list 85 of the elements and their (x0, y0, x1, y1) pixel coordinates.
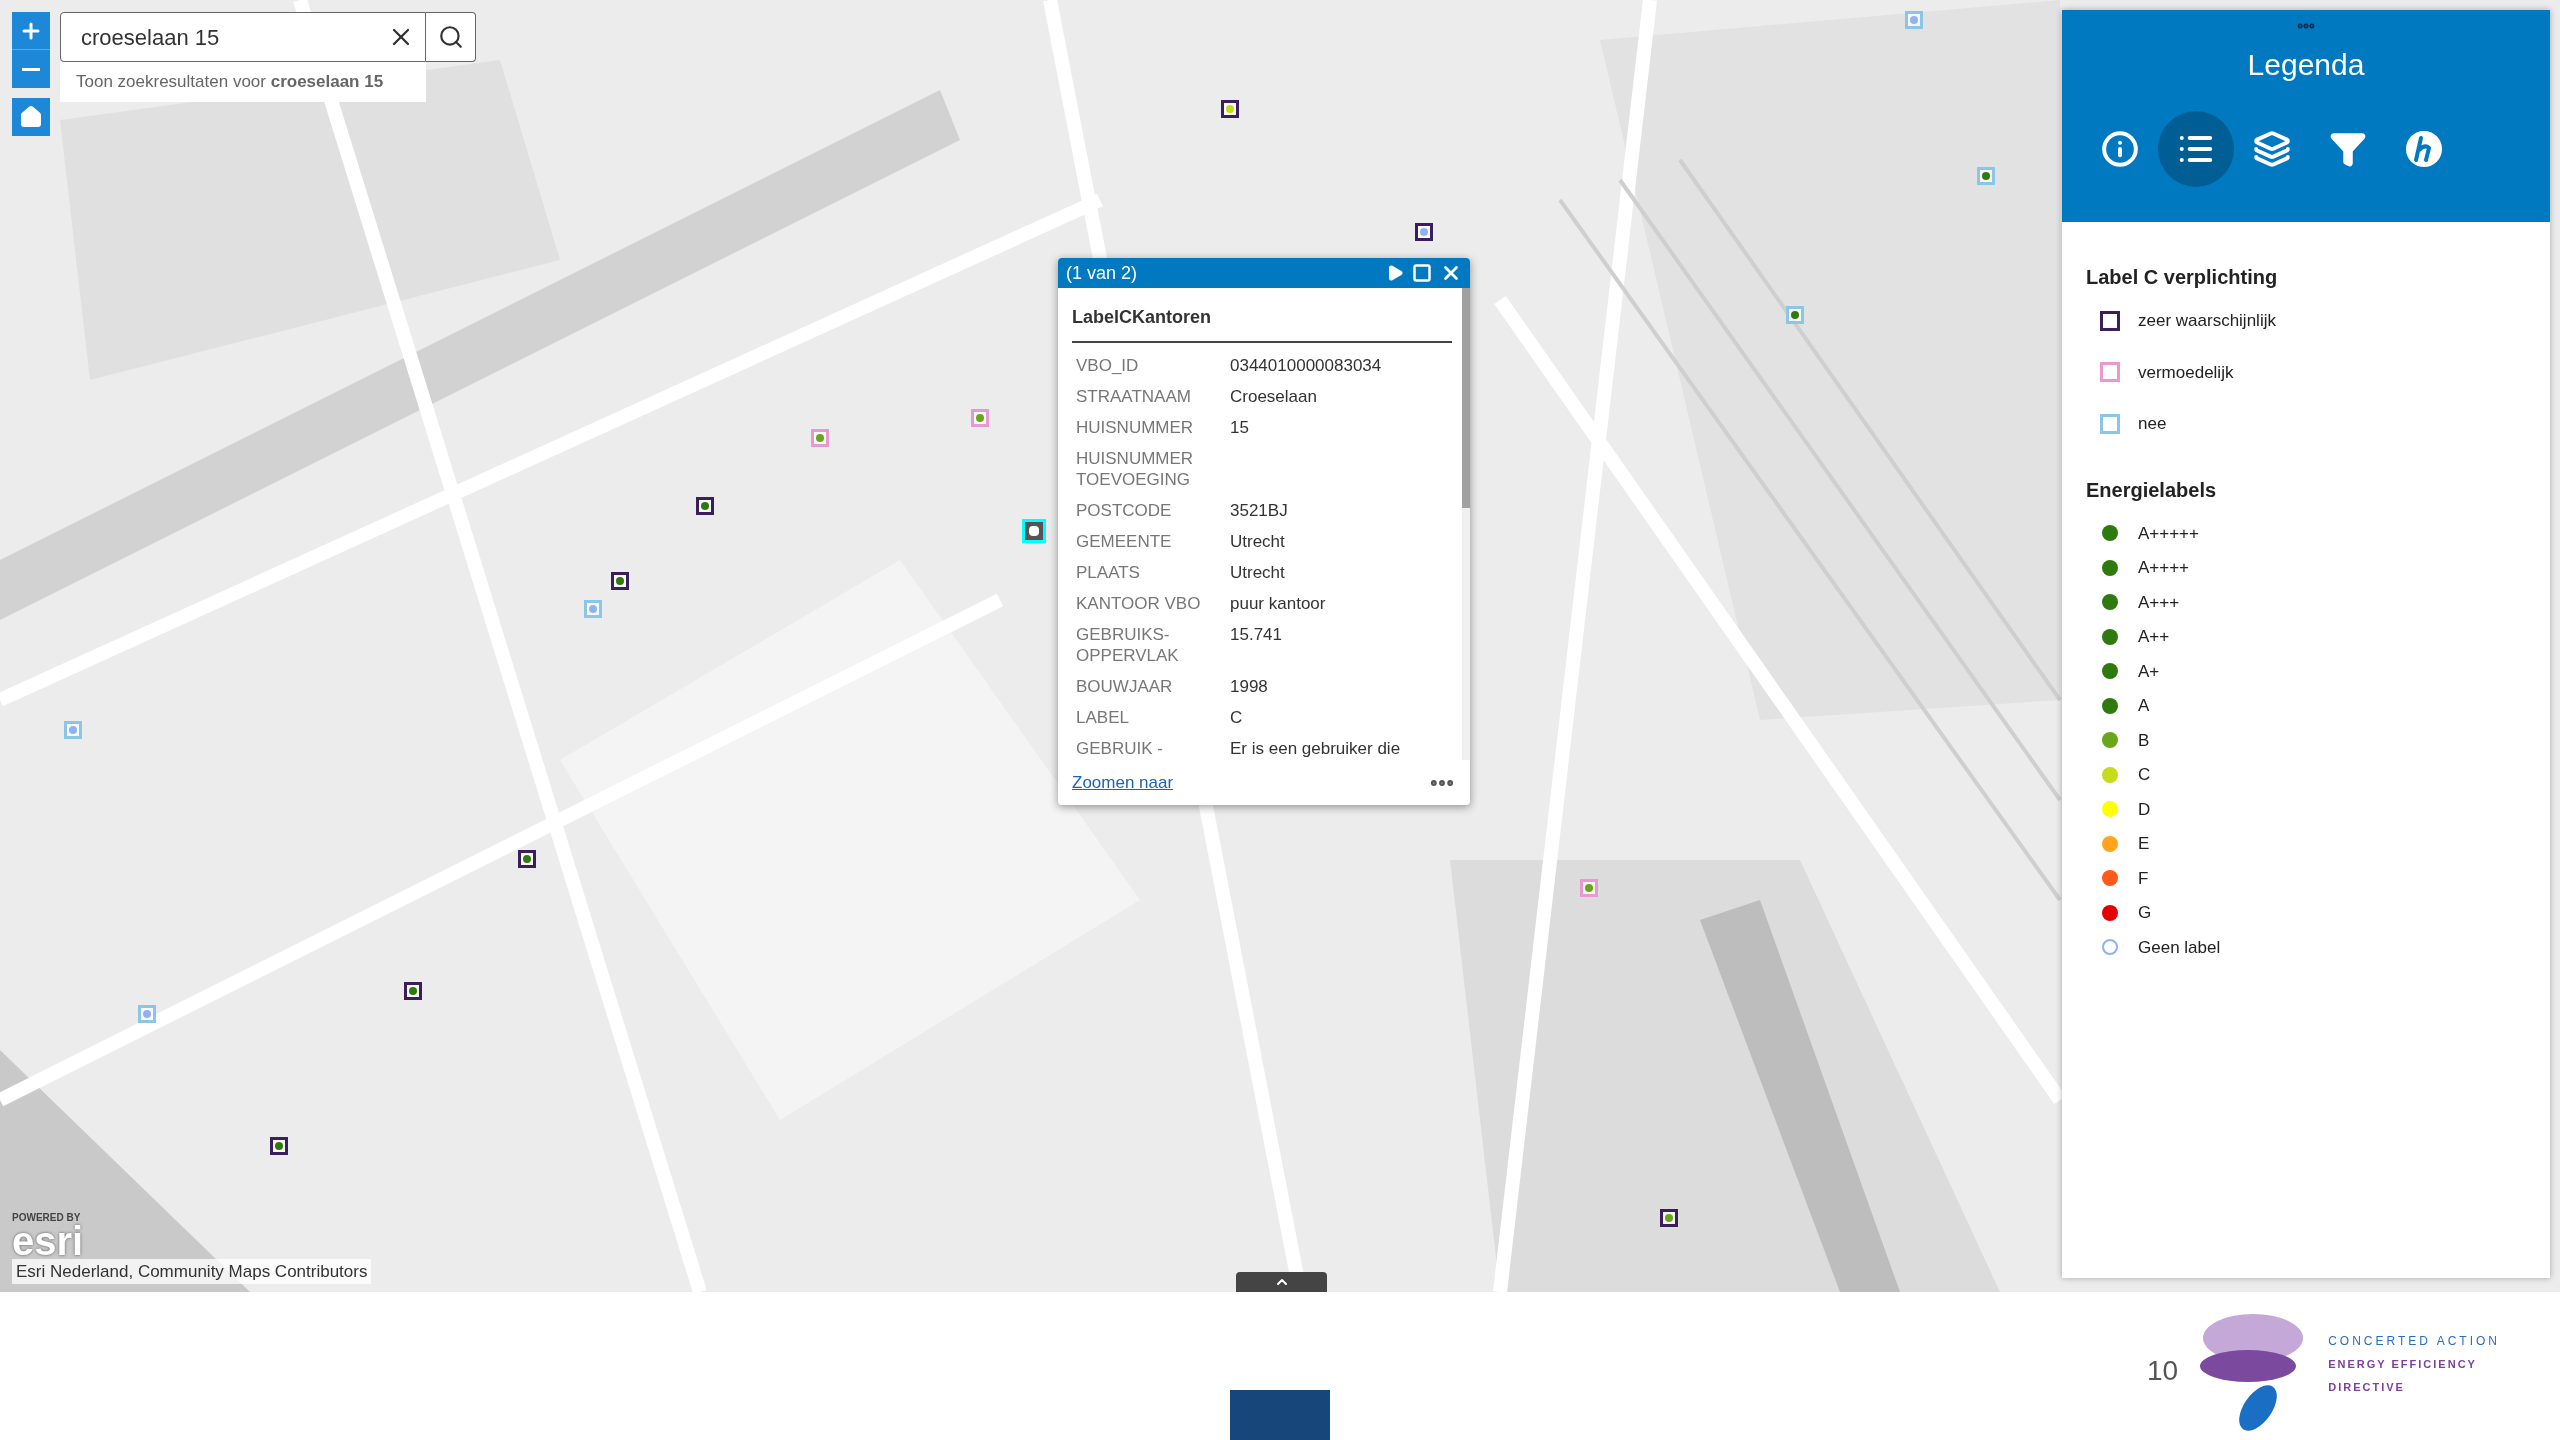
field-value: puur kantoor (1230, 593, 1327, 614)
search-button[interactable] (426, 12, 476, 62)
search-field[interactable]: croeselaan 15 (60, 12, 426, 62)
map-marker-icon[interactable] (64, 721, 82, 739)
esri-logo: esri (12, 1222, 84, 1259)
field-label: GEBRUIK - (1075, 738, 1164, 759)
map-marker-icon[interactable] (696, 497, 714, 515)
map-marker-icon[interactable] (1580, 879, 1598, 897)
map-marker-icon[interactable] (404, 982, 422, 1000)
field-label: GEBRUIKS-OPPERVLAK (1075, 624, 1180, 666)
legend-section-title: Label C verplichting (2086, 265, 2279, 290)
minus-icon (22, 67, 40, 71)
field-value: 0344010000083034 (1230, 355, 1383, 376)
field-label: KANTOOR VBO (1075, 593, 1202, 614)
field-value: Er is een gebruiker die (1230, 738, 1402, 759)
field-value: 15.741 (1230, 624, 1283, 646)
logo-text: CONCERTED ACTION (2328, 1333, 2500, 1350)
map-marker-icon[interactable] (518, 850, 536, 868)
field-value: 15 (1230, 417, 1250, 438)
legend-label: A+ (2138, 660, 2160, 683)
field-label: POSTCODE (1075, 500, 1173, 521)
legend-label: zeer waarschijnlijk (2138, 310, 2276, 332)
logo-text: ENERGY EFFICIENCY (2328, 1357, 2478, 1372)
field-label: HUISNUMMER TOEVOEGING (1075, 448, 1195, 490)
legend-label: B (2138, 729, 2150, 752)
field-value: 1998 (1230, 676, 1269, 697)
logo-text: DIRECTIVE (2328, 1379, 2406, 1395)
search-icon (437, 24, 464, 50)
selected-marker-icon[interactable] (1022, 519, 1046, 543)
maximize-icon[interactable] (1412, 263, 1432, 283)
popup-pager: (1 van 2) (1066, 261, 1139, 285)
field-value: C (1230, 707, 1244, 728)
legend-label: A+++ (2138, 591, 2180, 614)
map-marker-icon[interactable] (1221, 100, 1239, 118)
legend-label: F (2138, 867, 2149, 890)
help-icon (2405, 130, 2443, 168)
map-marker-icon[interactable] (1660, 1209, 1678, 1227)
legend-label: D (2138, 798, 2151, 821)
search-suggestion[interactable]: Toon zoekresultaten voor croeselaan 15 (60, 62, 426, 102)
map-marker-icon[interactable] (611, 572, 629, 590)
map-marker-icon[interactable] (1905, 11, 1923, 29)
map-marker-icon[interactable] (1786, 306, 1804, 324)
map-marker-icon[interactable] (811, 429, 829, 447)
field-label: LABEL (1075, 707, 1130, 728)
legend-label: vermoedelijk (2138, 361, 2234, 384)
popup-title: LabelCKantoren (1072, 288, 1452, 343)
map-marker-icon[interactable] (270, 1137, 288, 1155)
map-marker-icon[interactable] (138, 1005, 156, 1023)
scrollbar[interactable] (1462, 288, 1470, 760)
legend-label: G (2138, 902, 2152, 924)
field-value: Utrecht (1230, 562, 1286, 583)
home-button[interactable] (12, 98, 50, 136)
next-icon[interactable] (1386, 264, 1404, 282)
map-marker-icon[interactable] (1415, 223, 1433, 241)
legend-label: A+++++ (2138, 522, 2199, 545)
field-label: HUISNUMMER (1075, 417, 1195, 438)
legend-label: A++++ (2138, 557, 2190, 579)
map-marker-icon[interactable] (584, 600, 602, 618)
legend-label: C (2138, 764, 2151, 786)
page-number: 10 (2147, 1354, 2179, 1388)
home-icon (19, 105, 43, 129)
field-label: GEMEENTE (1075, 531, 1173, 552)
filter-icon (2329, 130, 2367, 168)
field-label: BOUWJAAR (1075, 676, 1174, 697)
legend-label: A (2138, 695, 2150, 717)
search-text: croeselaan 15 (81, 23, 221, 52)
legend-label: A++ (2138, 626, 2170, 648)
field-label: STRAATNAAM (1075, 386, 1192, 407)
map-marker-icon[interactable] (1977, 167, 1995, 185)
info-icon (2101, 130, 2139, 168)
legend-label: Geen label (2138, 936, 2221, 959)
legend-label: E (2138, 833, 2150, 855)
field-value: 3521BJ (1230, 500, 1289, 521)
esri-caption: POWERED BY (12, 1212, 82, 1223)
field-value: Croeselaan (1230, 386, 1318, 407)
legend-label: nee (2138, 413, 2167, 435)
field-label: PLAATS (1075, 562, 1141, 583)
layers-icon (2253, 130, 2291, 168)
map-marker-icon[interactable] (971, 409, 989, 427)
field-label: VBO_ID (1075, 355, 1140, 376)
zoom-to-link[interactable]: Zoomen naar (1072, 770, 1428, 796)
legend-title: Legenda (2247, 47, 2365, 83)
legend-section-title: Energielabels (2086, 477, 2218, 503)
field-value: Utrecht (1230, 531, 1286, 552)
attribution-text: Esri Nederland, Community Maps Contributors (12, 1258, 372, 1284)
